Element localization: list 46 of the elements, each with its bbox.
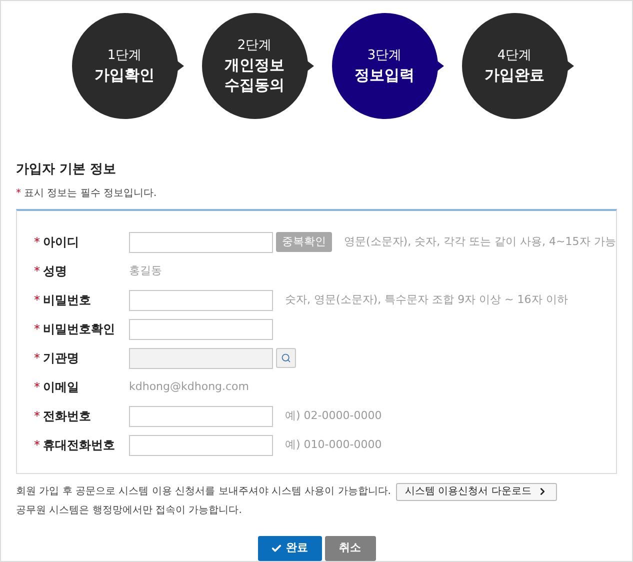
cancel-button[interactable]: 취소: [324, 536, 376, 560]
step-number: 2단계: [237, 37, 272, 55]
field-label: 전화번호: [43, 408, 91, 425]
field-label: 이메일: [43, 379, 79, 396]
field-label: 성명: [43, 263, 67, 280]
section-title: 가입자 기본 정보: [16, 161, 118, 179]
field-value: kdhong@kdhong.com: [129, 378, 250, 395]
field-label: 비밀번호: [43, 292, 91, 309]
required-mark: *: [34, 437, 40, 454]
input-field[interactable]: [129, 434, 273, 456]
field-hint: 영문(소문자), 숫자, 각각 또는 같이 사용, 4~15자 가능: [344, 234, 616, 250]
required-mark: *: [34, 350, 40, 367]
step-number: 1단계: [107, 47, 142, 65]
required-mark: *: [34, 408, 40, 425]
submit-button[interactable]: 완료: [258, 536, 322, 560]
field-label: 비밀번호확인: [43, 321, 115, 338]
notice-text: 공무원 시스템은 행정망에서만 접속이 가능합니다.: [16, 504, 243, 518]
field-hint: 예) 02-0000-0000: [285, 408, 382, 424]
field-label: 아이디: [43, 234, 79, 251]
field-label: 휴대전화번호: [43, 437, 115, 454]
required-mark: *: [34, 321, 40, 338]
step-label: 개인정보 수집동의: [224, 55, 286, 95]
step-number: 4단계: [497, 47, 532, 65]
field-hint: 숫자, 영문(소문자), 특수문자 조합 9자 이상 ~ 16자 이하: [285, 292, 568, 308]
step-label: 가입확인: [94, 65, 156, 85]
notice-text: 회원 가입 후 공문으로 시스템 이용 신청서를 보내주셔야 시스템 사용이 가능합니다.: [16, 485, 391, 499]
step-label: 정보입력: [354, 65, 416, 85]
step-label: 가입완료: [484, 65, 546, 85]
input-field[interactable]: [129, 232, 273, 252]
input-field[interactable]: [129, 290, 273, 310]
search-button[interactable]: [276, 348, 296, 368]
required-mark: *: [34, 379, 40, 396]
field-hint: 예) 010-000-0000: [285, 436, 382, 453]
input-field[interactable]: [129, 406, 273, 426]
required-mark: *: [34, 292, 40, 309]
required-mark: *: [16, 186, 21, 200]
search-icon: [281, 353, 291, 363]
download-button[interactable]: 시스템 이용신청서 다운로드: [396, 482, 558, 500]
required-mark: *: [34, 263, 40, 280]
input-field[interactable]: [129, 318, 273, 340]
required-mark: *: [34, 234, 40, 251]
step-number: 3단계: [367, 47, 402, 65]
check-icon: [271, 542, 282, 554]
field-label: 기관명: [43, 350, 79, 367]
field-value: 홍길동: [129, 262, 162, 279]
required-note: 표시 정보는 필수 정보입니다.: [24, 186, 157, 200]
